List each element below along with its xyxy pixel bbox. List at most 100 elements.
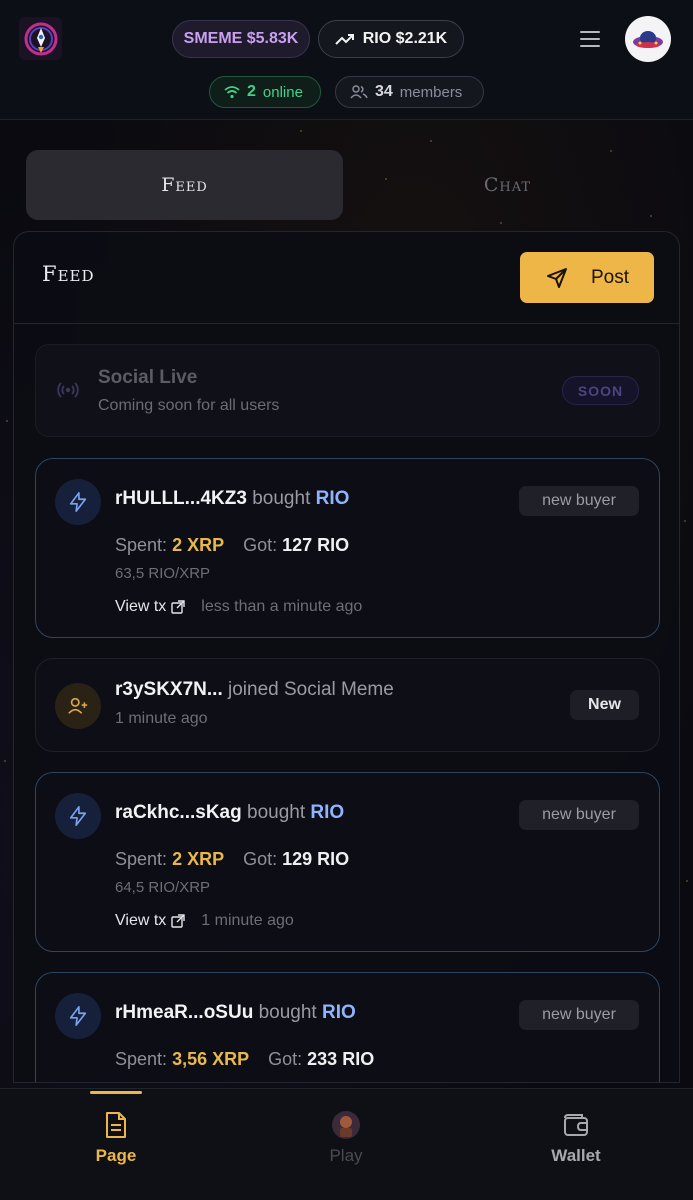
spent-value: 3,56 XRP [172,1049,250,1069]
tab-feed-label: Feed [161,174,208,196]
event-footer: View tx 1 minute ago [115,912,294,930]
spent-value: 2 XRP [172,849,225,869]
event-action: joined Social Meme [228,679,394,700]
social-live-card: Social Live Coming soon for all users SO… [35,344,660,437]
tab-chat-label: Chat [483,174,532,196]
nav-label-play: Play [329,1146,363,1165]
nav-label-wallet: Wallet [551,1146,601,1165]
new-buyer-badge: new buyer [519,800,639,830]
got-value: 127 RIO [282,535,350,555]
feed-event-join[interactable]: r3ySKX7N... joined Social Meme 1 minute … [35,658,660,752]
event-title: rHULLL...4KZ3 bought RIO [115,488,349,510]
online-status-pill: 2 online [209,76,321,108]
send-icon [546,267,567,288]
spent-value: 2 XRP [172,535,225,555]
app-header: SMEME $5.83K RIO $2.21K 2 online 34 memb… [0,0,693,120]
event-footer: View tx less than a minute ago [115,598,362,616]
feed-event-buy[interactable]: rHmeaR...oSUu bought RIO new buyer Spent… [35,972,660,1082]
lightning-icon [55,479,101,525]
lightning-icon [55,793,101,839]
online-count: 2 [247,83,256,100]
feed-title: Feed [42,262,95,286]
got-label: Got: [243,849,278,869]
hamburger-menu-icon[interactable] [575,24,605,54]
event-title: rHmeaR...oSUu bought RIO [115,1002,356,1024]
app-logo[interactable] [19,17,62,60]
nav-item-wallet[interactable]: Wallet [506,1089,646,1200]
event-time: less than a minute ago [201,598,363,615]
view-tx-link[interactable]: View tx [115,598,185,616]
event-time: 1 minute ago [115,710,208,727]
spent-label: Spent: [115,535,168,555]
feed-panel: Feed Post Social Live Coming soon for al… [13,231,680,1083]
users-icon [350,85,368,99]
event-address[interactable]: rHmeaR...oSUu [115,1002,253,1023]
members-count: 34 [375,83,393,100]
got-label: Got: [243,535,278,555]
event-amounts: Spent: 3,56 XRP Got: 233 RIO [115,1049,374,1070]
lightning-icon [55,993,101,1039]
event-amounts: Spent: 2 XRP Got: 127 RIO [115,535,349,556]
view-tx-label: View tx [115,598,167,615]
new-buyer-badge: new buyer [519,1000,639,1030]
rocket-logo-icon [24,22,57,55]
wallet-icon [564,1114,588,1136]
play-avatar-icon [332,1111,360,1139]
active-indicator [90,1091,142,1094]
event-time: 1 minute ago [201,912,294,929]
nav-item-page[interactable]: Page [46,1089,186,1200]
external-link-icon [171,914,185,928]
got-label: Got: [268,1049,303,1069]
online-label: online [262,83,303,101]
event-token: RIO [310,802,345,823]
user-plus-icon [55,683,101,729]
post-button[interactable]: Post [520,252,654,303]
trending-up-icon [335,34,354,45]
event-title: r3ySKX7N... joined Social Meme [115,679,394,701]
spent-label: Spent: [115,849,168,869]
event-action: bought [252,488,311,509]
event-rate: 63,5 RIO/XRP [115,565,211,582]
got-value: 129 RIO [282,849,350,869]
feed-event-buy[interactable]: raCkhc...sKag bought RIO new buyer Spent… [35,772,660,952]
event-title: raCkhc...sKag bought RIO [115,802,344,824]
panel-divider [14,323,679,324]
members-label: members [399,83,463,101]
document-icon [106,1112,126,1138]
view-tx-label: View tx [115,912,167,929]
nav-label-page: Page [95,1146,137,1165]
nav-item-play[interactable]: Play [276,1089,416,1200]
smeme-price-pill[interactable]: SMEME $5.83K [172,20,310,58]
wifi-icon [224,86,240,99]
event-address[interactable]: rHULLL...4KZ3 [115,488,247,509]
event-action: bought [258,1002,317,1023]
event-address[interactable]: raCkhc...sKag [115,802,242,823]
members-pill[interactable]: 34 members [335,76,484,108]
avatar-ufo-icon [633,31,663,48]
event-token: RIO [315,488,350,509]
event-rate: 64,5 RIO/XRP [115,879,211,896]
post-button-label: Post [590,266,630,288]
soon-badge: SOON [562,376,639,405]
got-value: 233 RIO [307,1049,375,1069]
event-token: RIO [322,1002,356,1023]
social-live-subtitle: Coming soon for all users [98,397,280,414]
event-amounts: Spent: 2 XRP Got: 129 RIO [115,849,349,870]
tab-feed[interactable]: Feed [26,150,343,220]
broadcast-icon [57,382,79,398]
spent-label: Spent: [115,1049,168,1069]
external-link-icon [171,600,185,614]
event-action: bought [247,802,306,823]
rio-price-pill[interactable]: RIO $2.21K [318,20,464,58]
smeme-price-label: SMEME $5.83K [183,30,299,47]
new-badge: New [570,690,639,720]
rio-price-label: RIO $2.21K [362,30,448,47]
tab-chat[interactable]: Chat [349,150,666,220]
feed-event-buy[interactable]: rHULLL...4KZ3 bought RIO new buyer Spent… [35,458,660,638]
bottom-nav: Page Play Wallet [0,1088,693,1200]
event-address[interactable]: r3ySKX7N... [115,679,223,700]
view-tx-link[interactable]: View tx [115,912,185,930]
new-buyer-badge: new buyer [519,486,639,516]
user-avatar[interactable] [625,16,671,62]
social-live-title: Social Live [98,367,198,388]
